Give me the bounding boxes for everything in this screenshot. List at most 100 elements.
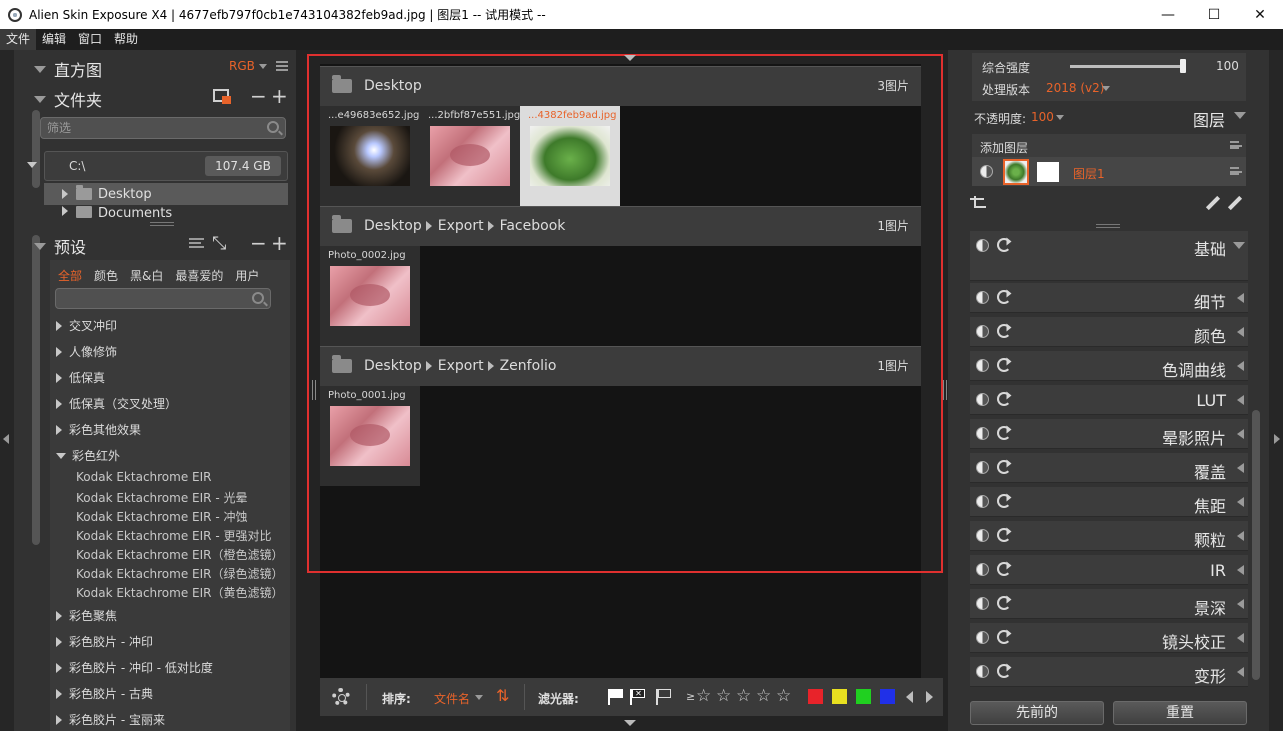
layer-name[interactable]: 图层1	[1073, 165, 1105, 182]
add-layer-button[interactable]: 添加图层	[980, 139, 1028, 156]
reset-icon[interactable]	[997, 358, 1011, 372]
panel-depth-of-field[interactable]: 景深	[970, 589, 1248, 619]
opacity-value[interactable]: 100	[1031, 110, 1054, 124]
collapse-icon[interactable]	[1234, 112, 1246, 119]
preset-item[interactable]: Kodak Ektachrome EIR（橙色滤镜）	[76, 546, 284, 563]
sort-direction-icon[interactable]: ⇅	[496, 686, 509, 705]
menu-help[interactable]: 帮助	[108, 29, 144, 50]
folder-link-icon[interactable]	[213, 89, 231, 104]
reset-icon[interactable]	[997, 238, 1011, 252]
histogram-header[interactable]: 直方图	[34, 57, 102, 81]
panel-tone-curve[interactable]: 色调曲线	[970, 351, 1248, 381]
preset-item[interactable]: Kodak Ektachrome EIR - 光晕	[76, 489, 247, 506]
tab-color[interactable]: 颜色	[94, 267, 118, 284]
tab-bw[interactable]: 黑&白	[130, 267, 163, 284]
panel-toggle-icon[interactable]	[976, 495, 989, 508]
collapse-all-icon[interactable]: ⤡	[212, 233, 226, 254]
resize-handle[interactable]	[943, 380, 947, 400]
list-view-icon[interactable]	[189, 238, 204, 248]
flag-rejected-icon[interactable]: ✕	[630, 689, 646, 705]
star-icon[interactable]: ☆	[776, 686, 791, 706]
preset-item[interactable]: Kodak Ektachrome EIR - 更强对比	[76, 527, 271, 544]
panel-toggle-icon[interactable]	[976, 665, 989, 678]
star-icon[interactable]: ☆	[716, 686, 731, 706]
presets-header[interactable]: 预设	[34, 234, 86, 258]
preset-group[interactable]: 彩色胶片 - 冲印	[56, 633, 153, 650]
process-version-select[interactable]: 2018 (v2)	[1046, 81, 1104, 95]
preset-group[interactable]: 彩色胶片 - 宝丽来	[56, 711, 165, 728]
gear-icon[interactable]	[332, 688, 350, 706]
layer-row-menu-icon[interactable]	[1230, 167, 1242, 175]
preset-item[interactable]: Kodak Ektachrome EIR（黄色滤镜）	[76, 584, 284, 601]
scroll-right-icon[interactable]	[926, 691, 933, 703]
reset-icon[interactable]	[997, 596, 1011, 610]
preset-group-expanded[interactable]: 彩色红外	[56, 447, 120, 464]
adjustments-scrollbar[interactable]	[1252, 410, 1260, 680]
panel-toggle-icon[interactable]	[976, 529, 989, 542]
panel-toggle-icon[interactable]	[976, 393, 989, 406]
right-panel-toggle[interactable]	[1269, 50, 1283, 731]
panel-color[interactable]: 颜色	[970, 317, 1248, 347]
panel-toggle-icon[interactable]	[976, 291, 989, 304]
layer-menu-icon[interactable]	[1230, 141, 1242, 149]
strength-slider[interactable]	[1070, 65, 1186, 68]
remove-folder-button[interactable]: −	[250, 86, 267, 106]
tab-all[interactable]: 全部	[58, 267, 82, 284]
panel-toggle-icon[interactable]	[976, 563, 989, 576]
reset-icon[interactable]	[997, 324, 1011, 338]
panel-basic[interactable]: 基础	[970, 231, 1248, 281]
preset-scrollbar[interactable]	[32, 235, 40, 545]
menu-window[interactable]: 窗口	[72, 29, 108, 50]
close-button[interactable]: ✕	[1237, 0, 1283, 29]
minimize-button[interactable]: —	[1145, 0, 1191, 29]
resize-handle[interactable]	[1096, 224, 1120, 228]
preset-item[interactable]: Kodak Ektachrome EIR	[76, 470, 212, 484]
visibility-toggle-icon[interactable]	[980, 165, 993, 178]
panel-detail[interactable]: 细节	[970, 283, 1248, 313]
sort-select[interactable]: 文件名	[434, 690, 470, 707]
color-label-blue[interactable]	[880, 689, 895, 704]
maximize-button[interactable]: ☐	[1191, 0, 1237, 29]
preset-item[interactable]: Kodak Ektachrome EIR - 冲蚀	[76, 508, 247, 525]
color-label-red[interactable]	[808, 689, 823, 704]
layer-mask[interactable]	[1037, 162, 1059, 182]
preset-search-input[interactable]	[55, 288, 271, 309]
collapse-top-icon[interactable]	[624, 55, 636, 61]
scroll-left-icon[interactable]	[906, 691, 913, 703]
star-icon[interactable]: ☆	[736, 686, 751, 706]
strength-value[interactable]: 100	[1216, 59, 1239, 73]
panel-vignette[interactable]: 晕影照片	[970, 419, 1248, 449]
strength-slider-thumb[interactable]	[1180, 59, 1186, 73]
panel-toggle-icon[interactable]	[976, 461, 989, 474]
menu-file[interactable]: 文件	[0, 29, 37, 50]
previous-button[interactable]: 先前的	[970, 701, 1104, 725]
reset-icon[interactable]	[997, 494, 1011, 508]
color-label-green[interactable]	[856, 689, 871, 704]
reset-icon[interactable]	[997, 460, 1011, 474]
preset-group[interactable]: 彩色聚焦	[56, 607, 117, 624]
panel-lens-correction[interactable]: 镜头校正	[970, 623, 1248, 653]
folders-header[interactable]: 文件夹	[34, 87, 102, 111]
flag-unflagged-icon[interactable]	[656, 689, 672, 705]
panel-grain[interactable]: 颗粒	[970, 521, 1248, 551]
panel-toggle-icon[interactable]	[976, 631, 989, 644]
color-label-yellow[interactable]	[832, 689, 847, 704]
flag-picked-icon[interactable]	[608, 689, 624, 705]
preset-group[interactable]: 交叉冲印	[56, 317, 117, 334]
reset-icon[interactable]	[997, 426, 1011, 440]
crop-icon[interactable]	[970, 196, 986, 208]
folder-item-documents[interactable]: Documents	[44, 206, 288, 220]
reset-icon[interactable]	[997, 562, 1011, 576]
preset-group[interactable]: 彩色胶片 - 冲印 - 低对比度	[56, 659, 213, 676]
folder-filter-input[interactable]: 筛选	[40, 117, 286, 139]
panel-focus[interactable]: 焦距	[970, 487, 1248, 517]
histogram-mode-select[interactable]: RGB	[229, 59, 255, 73]
reset-icon[interactable]	[997, 664, 1011, 678]
reset-icon[interactable]	[997, 290, 1011, 304]
panel-overlay[interactable]: 覆盖	[970, 453, 1248, 483]
histogram-menu-icon[interactable]	[276, 61, 288, 71]
remove-preset-button[interactable]: −	[250, 233, 267, 253]
preset-group[interactable]: 低保真	[56, 369, 105, 386]
star-icon[interactable]: ☆	[756, 686, 771, 706]
panel-transform[interactable]: 变形	[970, 657, 1248, 687]
